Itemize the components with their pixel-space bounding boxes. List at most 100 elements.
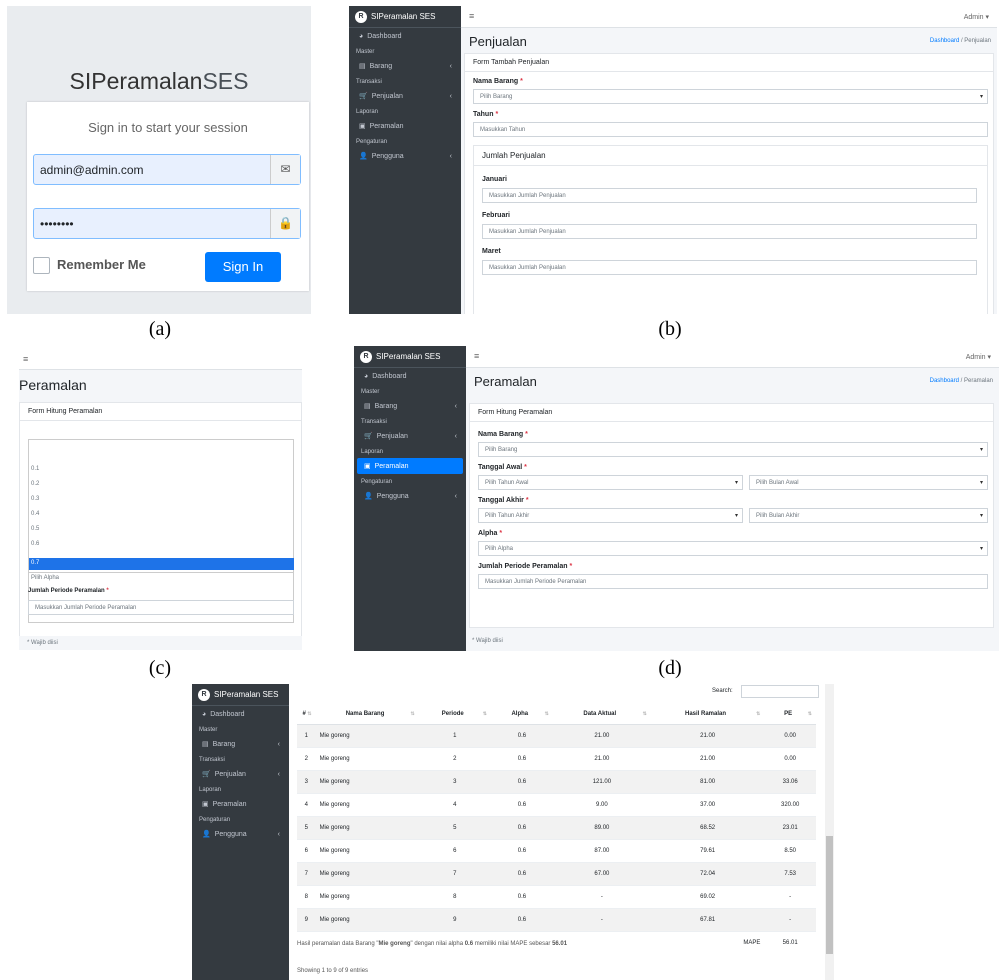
table-cell: 4 <box>418 792 491 816</box>
tahun-awal-select[interactable]: Pilih Tahun Awal ▾ <box>478 475 743 490</box>
scrollbar[interactable] <box>825 684 834 980</box>
report-icon: ▣ <box>202 801 209 808</box>
table-cell: 5 <box>418 815 491 839</box>
alpha-option[interactable]: 0.6 <box>29 539 294 551</box>
sidebar-item-barang[interactable]: ▤ Barang ‹ <box>357 398 463 414</box>
table-cell: 69.02 <box>650 884 765 908</box>
alpha-option-selected[interactable]: 0.7 <box>29 558 294 570</box>
table-cell: Mie goreng <box>315 723 419 747</box>
alpha-option[interactable]: 0.3 <box>29 494 294 506</box>
table-cell: - <box>764 907 816 931</box>
februari-input[interactable]: Masukkan Jumlah Penjualan <box>482 224 977 239</box>
table-cell: 21.00 <box>650 723 765 747</box>
table-cell: 9 <box>418 907 491 931</box>
periode-input[interactable]: Masukkan Jumlah Periode Peramalan <box>28 600 294 615</box>
col-pe[interactable]: PE ⇅ <box>764 704 816 725</box>
table-cell: 3 <box>297 769 316 793</box>
alpha-option[interactable]: 0.1 <box>29 464 294 476</box>
remember-checkbox[interactable] <box>33 257 50 274</box>
alpha-dropdown-list[interactable]: 0.1 0.2 0.3 0.4 0.5 0.6 0.7 Pilih Alpha <box>28 439 294 623</box>
alpha-select[interactable]: Pilih Alpha ▾ <box>478 541 988 556</box>
cart-icon: 🛒 <box>359 93 368 100</box>
col-aktual[interactable]: Data Aktual ⇅ <box>552 704 651 725</box>
table-cell: 8 <box>297 884 316 908</box>
table-cell: Mie goreng <box>315 861 419 885</box>
sidebar-item-dashboard[interactable]: ◕ Dashboard <box>352 29 458 44</box>
table-cell: 0.00 <box>764 746 816 770</box>
table-cell: 0.6 <box>490 792 553 816</box>
admin-menu[interactable]: Admin ▾ <box>966 353 991 361</box>
label-periode: Jumlah Periode Peramalan * <box>28 588 109 594</box>
password-input[interactable]: •••••••• 🔒 <box>33 208 301 239</box>
sidebar-item-penjualan[interactable]: 🛒 Penjualan ‹ <box>352 88 458 104</box>
col-no[interactable]: # ⇅ <box>297 704 316 725</box>
page-title: Penjualan <box>469 34 527 49</box>
sidebar-item-dashboard[interactable]: ◕ Dashboard <box>195 707 286 722</box>
sidebar-item-penjualan[interactable]: 🛒 Penjualan ‹ <box>195 766 286 782</box>
periode-input[interactable]: Masukkan Jumlah Periode Peramalan <box>478 574 988 589</box>
sidebar-item-pengguna[interactable]: 👤 Pengguna ‹ <box>357 488 463 504</box>
table-cell: - <box>552 884 651 908</box>
content: Peramalan Dashboard / Peramalan Form Hit… <box>466 368 999 651</box>
caption-d: (d) <box>658 657 682 679</box>
signin-button[interactable]: Sign In <box>205 252 281 282</box>
januari-input[interactable]: Masukkan Jumlah Penjualan <box>482 188 977 203</box>
alpha-select-value[interactable]: Pilih Alpha <box>29 572 294 584</box>
nama-barang-select[interactable]: Pilih Barang ▾ <box>473 89 988 104</box>
dropdown-icon: ▾ <box>734 480 738 486</box>
table-row: 6 Mie goreng 6 0.6 87.00 79.61 8.50 <box>297 838 816 862</box>
table-cell: 21.00 <box>650 746 765 770</box>
menu-icon[interactable]: ≡ <box>469 11 474 21</box>
table-row: 1 Mie goreng 1 0.6 21.00 21.00 0.00 <box>297 723 816 747</box>
alpha-option[interactable]: 0.4 <box>29 509 294 521</box>
col-alpha[interactable]: Alpha ⇅ <box>490 704 553 725</box>
label-tanggal-akhir: Tanggal Akhir * <box>478 497 529 504</box>
table-cell: 87.00 <box>552 838 651 862</box>
brand[interactable]: R SIPeramalan SES <box>349 6 461 28</box>
table-row: 2 Mie goreng 2 0.6 21.00 21.00 0.00 <box>297 746 816 770</box>
table-cell: Mie goreng <box>315 769 419 793</box>
admin-menu[interactable]: Admin ▾ <box>964 13 989 21</box>
alpha-option[interactable]: 0.5 <box>29 524 294 536</box>
brand[interactable]: R SIPeramalan SES <box>192 684 289 706</box>
alpha-option[interactable]: 0.2 <box>29 479 294 491</box>
col-periode[interactable]: Periode ⇅ <box>418 704 491 725</box>
sidebar-header: Master <box>356 49 375 55</box>
brand[interactable]: R SIPeramalan SES <box>354 346 466 368</box>
mape-value: 56.01 <box>764 930 816 954</box>
page-title: Peramalan <box>19 377 87 393</box>
breadcrumb-home[interactable]: Dashboard <box>930 38 959 44</box>
topbar: ≡ <box>19 350 302 370</box>
sidebar-item-pengguna[interactable]: 👤 Pengguna ‹ <box>352 148 458 164</box>
brand-logo-icon: R <box>198 688 210 701</box>
sidebar-item-peramalan[interactable]: ▣ Peramalan <box>357 458 463 474</box>
email-input[interactable]: admin@admin.com ✉ <box>33 154 301 185</box>
menu-icon[interactable]: ≡ <box>474 351 479 361</box>
maret-input[interactable]: Masukkan Jumlah Penjualan <box>482 260 977 275</box>
bulan-akhir-select[interactable]: Pilih Bulan Akhir ▾ <box>749 508 988 523</box>
sidebar-item-peramalan[interactable]: ▣ Peramalan <box>195 796 286 812</box>
scrollbar-thumb[interactable] <box>826 836 833 954</box>
table-cell: 9 <box>297 907 316 931</box>
tahun-akhir-select[interactable]: Pilih Tahun Akhir ▾ <box>478 508 743 523</box>
col-nama[interactable]: Nama Barang ⇅ <box>315 704 419 725</box>
sidebar-item-penjualan[interactable]: 🛒 Penjualan ‹ <box>357 428 463 444</box>
nama-barang-select[interactable]: Pilih Barang ▾ <box>478 442 988 457</box>
form-card: Form Hitung Peramalan 0.1 0.2 0.3 0.4 0.… <box>19 402 302 642</box>
sidebar: R SIPeramalan SES ◕ Dashboard Master ▤ Bara… <box>192 684 289 980</box>
menu-icon[interactable]: ≡ <box>23 354 28 364</box>
sidebar-header: Laporan <box>199 787 222 793</box>
col-ramalan[interactable]: Hasil Ramalan ⇅ <box>650 704 765 725</box>
bulan-awal-select[interactable]: Pilih Bulan Awal ▾ <box>749 475 988 490</box>
sidebar: R SIPeramalan SES ◕ Dashboard Master ▤ Bara… <box>354 346 466 651</box>
tahun-input[interactable]: Masukkan Tahun <box>473 122 988 137</box>
breadcrumb-home[interactable]: Dashboard <box>930 378 959 384</box>
sidebar-item-barang[interactable]: ▤ Barang ‹ <box>195 736 286 752</box>
table-cell: 0.6 <box>490 907 553 931</box>
search-input[interactable] <box>741 685 819 698</box>
sub-card-title: Jumlah Penjualan <box>474 146 987 166</box>
sidebar-item-pengguna[interactable]: 👤 Pengguna ‹ <box>195 826 286 842</box>
sidebar-item-dashboard[interactable]: ◕ Dashboard <box>357 369 463 384</box>
sidebar-item-peramalan[interactable]: ▣ Peramalan <box>352 118 458 134</box>
sidebar-item-barang[interactable]: ▤ Barang ‹ <box>352 58 458 74</box>
